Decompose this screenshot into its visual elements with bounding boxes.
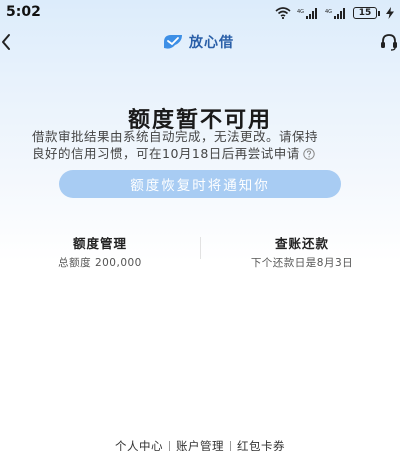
bill-repayment-entry[interactable]: 查账还款 下个还款日是8月3日 — [212, 233, 392, 270]
description-line-2: 良好的信用习惯，可在10月18日后再尝试申请 — [32, 145, 384, 162]
entry-divider — [200, 237, 201, 259]
status-time: 5:02 — [6, 4, 41, 20]
header: 放心借 — [0, 26, 400, 58]
battery-level: 15 — [353, 7, 377, 19]
bottom-links: 个人中心 账户管理 红包卡券 — [0, 439, 400, 451]
svg-text:4G: 4G — [297, 9, 304, 15]
account-management-link[interactable]: 账户管理 — [170, 438, 230, 451]
battery-icon: 15 — [353, 7, 380, 19]
total-quota-text: 总额度 200,000 — [58, 257, 142, 269]
bill-repayment-title: 查账还款 — [274, 236, 329, 251]
charging-bolt-icon — [386, 7, 394, 19]
help-icon[interactable] — [303, 148, 315, 160]
brand-logo-icon — [164, 35, 182, 49]
quota-management-entry[interactable]: 额度管理 总额度 200,000 — [10, 233, 190, 270]
signal-icon: 4G — [325, 8, 345, 19]
personal-center-link[interactable]: 个人中心 — [109, 438, 169, 451]
back-chevron-icon[interactable] — [0, 32, 14, 52]
status-description: 借款审批结果由系统自动完成，无法更改。请保持 良好的信用习惯，可在10月18日后… — [32, 128, 384, 162]
signal-icon: 4G — [297, 8, 317, 19]
description-line-2-text: 良好的信用习惯，可在10月18日后再尝试申请 — [32, 146, 300, 161]
brand-name: 放心借 — [189, 35, 234, 51]
brand: 放心借 — [162, 32, 234, 52]
status-bar: 5:02 4G 4G 15 — [0, 0, 400, 26]
notify-when-restored-button[interactable]: 额度恢复时将通知你 — [59, 170, 341, 198]
headset-icon[interactable] — [378, 32, 400, 52]
next-repayment-date-text: 下个还款日是8月3日 — [250, 257, 354, 269]
wifi-icon — [275, 7, 291, 19]
svg-text:4G: 4G — [325, 9, 332, 15]
status-icons: 4G 4G 15 — [275, 6, 394, 20]
description-line-1: 借款审批结果由系统自动完成，无法更改。请保持 — [32, 129, 319, 144]
quota-management-title: 额度管理 — [72, 236, 127, 251]
red-packet-coupons-link[interactable]: 红包卡券 — [231, 438, 291, 451]
